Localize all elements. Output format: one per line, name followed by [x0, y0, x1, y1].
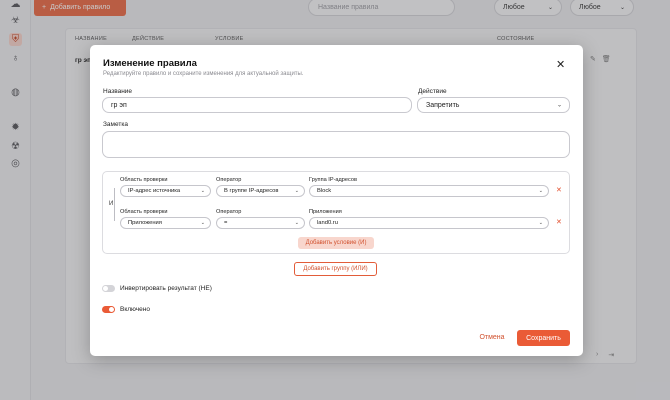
toggle-knob: [109, 307, 114, 312]
scope-select[interactable]: IP-адрес источника ⌄: [120, 185, 211, 197]
and-connector: [114, 188, 115, 221]
value-label: Приложения: [309, 209, 342, 215]
add-group-button[interactable]: Добавить группу (ИЛИ): [294, 262, 377, 276]
enabled-label: Включено: [120, 306, 150, 313]
chevron-down-icon: ⌄: [294, 220, 299, 226]
scope-label: Область проверки: [120, 177, 168, 183]
close-icon[interactable]: ✕: [556, 60, 565, 71]
action-select[interactable]: Запретить ⌄: [417, 97, 570, 113]
scope-select[interactable]: Приложения ⌄: [120, 217, 211, 229]
enabled-toggle[interactable]: [102, 306, 115, 313]
action-label: Действие: [418, 88, 447, 95]
add-condition-button[interactable]: Добавить условие (И): [298, 237, 374, 249]
operator-value: =: [224, 220, 228, 226]
toggle-knob: [103, 286, 108, 291]
action-value: Запретить: [426, 101, 460, 109]
invert-toggle[interactable]: [102, 285, 115, 292]
and-label: И: [109, 200, 114, 208]
chevron-down-icon: ⌄: [538, 220, 543, 226]
chevron-down-icon: ⌄: [538, 188, 543, 194]
delete-condition-icon[interactable]: ✕: [556, 219, 562, 226]
chevron-down-icon: ⌄: [556, 102, 562, 109]
save-button[interactable]: Сохранить: [517, 330, 570, 346]
scope-value: Приложения: [128, 220, 162, 226]
operator-label: Оператор: [216, 209, 242, 215]
delete-condition-icon[interactable]: ✕: [556, 187, 562, 194]
name-value: гр эп: [111, 101, 127, 109]
cancel-button[interactable]: Отмена: [475, 330, 509, 344]
name-label: Название: [103, 88, 133, 95]
name-input[interactable]: гр эп: [102, 97, 412, 113]
operator-label: Оператор: [216, 177, 242, 183]
applications-value: land0.ru: [317, 220, 338, 226]
chevron-down-icon: ⌄: [200, 220, 205, 226]
chevron-down-icon: ⌄: [200, 188, 205, 194]
applications-select[interactable]: land0.ru ⌄: [309, 217, 549, 229]
note-textarea[interactable]: [102, 131, 570, 158]
chevron-down-icon: ⌄: [294, 188, 299, 194]
ip-group-value: Block: [317, 188, 332, 194]
operator-value: В группе IP-адресов: [224, 188, 279, 194]
edit-rule-modal: Изменение правила Редактируйте правило и…: [90, 45, 583, 356]
ip-group-select[interactable]: Block ⌄: [309, 185, 549, 197]
operator-select[interactable]: = ⌄: [216, 217, 305, 229]
scope-value: IP-адрес источника: [128, 188, 181, 194]
note-label: Заметка: [103, 121, 128, 128]
modal-title: Изменение правила: [103, 58, 197, 69]
value-label: Группа IP-адресов: [309, 177, 357, 183]
operator-select[interactable]: В группе IP-адресов ⌄: [216, 185, 305, 197]
modal-subtitle: Редактируйте правило и сохраните изменен…: [103, 71, 304, 77]
scope-label: Область проверки: [120, 209, 168, 215]
invert-label: Инвертировать результат (НЕ): [120, 285, 212, 292]
